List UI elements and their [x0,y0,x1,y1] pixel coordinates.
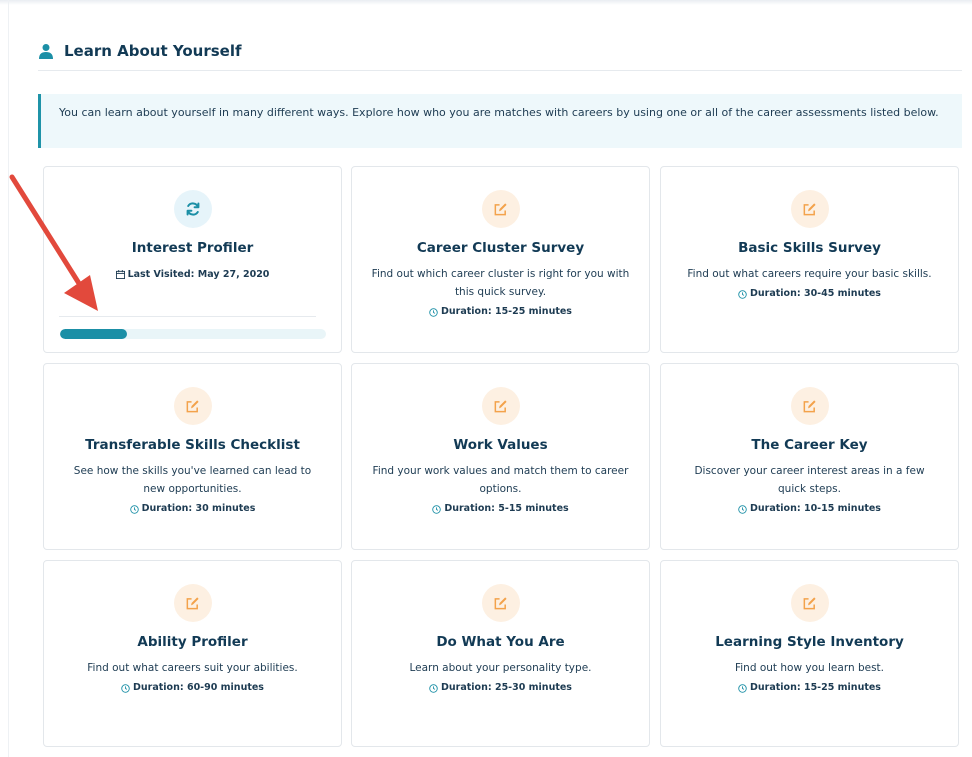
progress-fill [60,329,127,339]
card-description: Find your work values and match them to … [370,462,631,520]
assessment-card-learning-style-inventory[interactable]: Learning Style Inventory Find out how yo… [660,560,959,747]
edit-icon [803,399,816,412]
calendar-icon [115,270,125,279]
duration: Duration: 30 minutes [62,500,323,520]
assessment-card-basic-skills-survey[interactable]: Basic Skills Survey Find out what career… [660,166,959,353]
card-divider [59,316,316,317]
last-visited-text: Last Visited: May 27, 2020 [127,269,270,280]
last-visited: Last Visited: May 27, 2020 [44,269,341,280]
edit-icon-badge [173,387,212,425]
clock-icon [429,307,438,317]
duration-text: Duration: 15-25 minutes [441,306,572,317]
card-title[interactable]: The Career Key [661,437,958,453]
edit-icon-badge [481,584,520,622]
edit-icon-badge [790,387,829,425]
edit-icon-badge [481,387,520,425]
clock-icon [738,289,747,299]
assessment-card-transferable-skills-checklist[interactable]: Transferable Skills Checklist See how th… [43,363,342,550]
card-description: Discover your career interest areas in a… [679,462,940,520]
intro-callout: You can learn about yourself in many dif… [38,94,962,148]
assessment-card-do-what-you-are[interactable]: Do What You Are Learn about your persona… [351,560,650,747]
edit-icon [494,202,507,215]
card-description-text: Discover your career interest areas in a… [694,465,925,495]
card-title[interactable]: Basic Skills Survey [661,240,958,256]
card-title[interactable]: Interest Profiler [44,240,341,256]
card-description: See how the skills you've learned can le… [62,462,323,520]
assessment-card-the-career-key[interactable]: The Career Key Discover your career inte… [660,363,959,550]
card-title[interactable]: Learning Style Inventory [661,634,958,650]
clock-icon [121,683,130,693]
edit-icon [803,596,816,609]
edit-icon-badge [481,190,520,228]
page: Learn About Yourself You can learn about… [0,0,972,757]
card-description-text: Find out which career cluster is right f… [371,268,630,298]
duration-text: Duration: 30-45 minutes [750,288,881,299]
progress-bar [60,329,326,339]
card-description-text: Find your work values and match them to … [372,465,629,495]
user-icon [39,44,53,59]
card-description: Find out which career cluster is right f… [370,265,631,323]
assessment-card-ability-profiler[interactable]: Ability Profiler Find out what careers s… [43,560,342,747]
card-title[interactable]: Ability Profiler [44,634,341,650]
duration-text: Duration: 60-90 minutes [133,682,264,693]
card-description-text: See how the skills you've learned can le… [73,465,312,495]
card-description-text: Find out how you learn best. [734,662,884,674]
assessment-card-career-cluster-survey[interactable]: Career Cluster Survey Find out which car… [351,166,650,353]
clock-icon [738,504,747,514]
edit-icon [186,596,199,609]
card-title[interactable]: Do What You Are [352,634,649,650]
refresh-icon [186,202,199,216]
card-description: Find out what careers require your basic… [679,265,940,305]
edit-icon [186,399,199,412]
edit-icon-badge [173,584,212,622]
duration: Duration: 15-25 minutes [679,679,940,699]
assessment-card-interest-profiler[interactable]: Interest Profiler Last Visited: May 27, … [43,166,342,353]
card-description: Find out what careers suit your abilitie… [62,659,323,699]
section-title: Learn About Yourself [64,42,242,60]
card-description: Learn about your personality type. Durat… [370,659,631,699]
duration-text: Duration: 30 minutes [141,503,256,514]
assessment-card-work-values[interactable]: Work Values Find your work values and ma… [351,363,650,550]
duration: Duration: 30-45 minutes [679,285,940,305]
card-title[interactable]: Work Values [352,437,649,453]
edit-icon-badge [790,190,829,228]
card-description-text: Learn about your personality type. [409,662,592,674]
clock-icon [432,504,442,514]
section-header: Learn About Yourself [38,40,962,71]
edit-icon [494,399,507,412]
duration: Duration: 15-25 minutes [370,303,631,323]
duration-text: Duration: 15-25 minutes [750,682,881,693]
intro-text: You can learn about yourself in many dif… [59,106,939,119]
top-shadow [0,0,972,5]
duration: Duration: 60-90 minutes [62,679,323,699]
left-rule [8,0,9,757]
card-description-text: Find out what careers require your basic… [687,268,932,280]
duration-text: Duration: 5-15 minutes [444,503,569,514]
clock-icon [129,504,139,514]
duration: Duration: 25-30 minutes [370,679,631,699]
edit-icon [803,202,816,215]
edit-icon-badge [790,584,829,622]
card-title[interactable]: Career Cluster Survey [352,240,649,256]
duration-text: Duration: 25-30 minutes [441,682,572,693]
clock-icon [429,683,438,693]
clock-icon [738,683,747,693]
card-description-text: Find out what careers suit your abilitie… [87,662,298,674]
duration-text: Duration: 10-15 minutes [750,503,881,514]
duration: Duration: 10-15 minutes [679,500,940,520]
card-description: Find out how you learn best. Duration: 1… [679,659,940,699]
duration: Duration: 5-15 minutes [370,500,631,520]
edit-icon [494,596,507,609]
refresh-icon-badge [173,190,212,228]
card-title[interactable]: Transferable Skills Checklist [44,437,341,453]
